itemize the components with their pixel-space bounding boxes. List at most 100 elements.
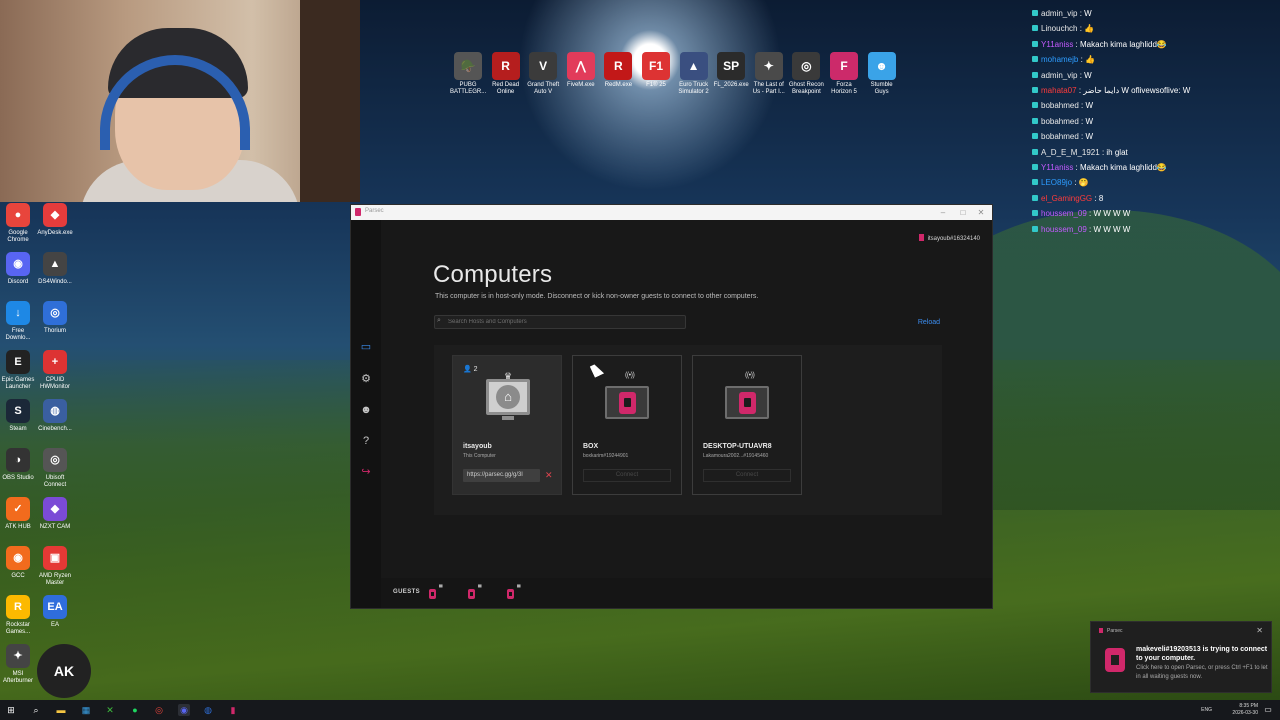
desktop-icon[interactable]: ◎ Ubisoft Connect bbox=[37, 448, 73, 488]
connect-button[interactable]: Connect bbox=[583, 469, 671, 482]
host-card-box[interactable]: ((•)) BOX boxkarim#19244901 Connect bbox=[572, 355, 682, 495]
chat-text: Makach kima laghlidd😂 bbox=[1080, 163, 1167, 173]
friends-icon[interactable]: ☻ bbox=[359, 403, 373, 417]
desktop-icon[interactable]: SP FL_2026.exe bbox=[713, 52, 749, 89]
spotify-icon[interactable]: ● bbox=[129, 704, 141, 716]
notification-center-icon[interactable]: ▭ bbox=[1262, 704, 1274, 716]
app-icon: AK bbox=[37, 644, 91, 698]
chat-username[interactable]: admin_vip bbox=[1041, 71, 1077, 80]
help-icon[interactable]: ? bbox=[359, 434, 373, 448]
desktop-icon[interactable]: ◆ NZXT CAM bbox=[37, 497, 73, 531]
guest-avatar[interactable]: ▀ bbox=[427, 585, 443, 601]
desktop-icon[interactable]: ◉ GCC bbox=[0, 546, 36, 580]
parsec-logo-icon bbox=[507, 589, 514, 599]
chat-username[interactable]: mahata07 bbox=[1041, 86, 1077, 95]
reload-button[interactable]: Reload bbox=[918, 319, 940, 326]
chat-username[interactable]: mohamejb bbox=[1041, 55, 1078, 64]
desktop-icon-label: CPUID HWMonitor bbox=[39, 377, 70, 390]
chat-username[interactable]: admin_vip bbox=[1041, 9, 1077, 18]
desktop-icon[interactable]: EA EA bbox=[37, 595, 73, 629]
app-icon: R bbox=[491, 52, 520, 80]
desktop-icon[interactable]: ● Google Chrome bbox=[0, 203, 36, 243]
discord-icon[interactable]: ◉ bbox=[178, 704, 190, 716]
desktop-icon[interactable]: R Rockstar Games... bbox=[0, 595, 36, 635]
search-input[interactable] bbox=[448, 317, 683, 327]
store-icon[interactable]: ▦ bbox=[80, 704, 92, 716]
chat-username[interactable]: bobahmed bbox=[1041, 132, 1079, 141]
desktop-icon[interactable]: F Forza Horizon 5 bbox=[826, 52, 862, 96]
desktop-icon[interactable]: 🪖 PUBG BATTLEGR... bbox=[450, 52, 486, 96]
desktop-icon[interactable]: R RedM.exe bbox=[600, 52, 636, 89]
desktop-icon[interactable]: ◑ OBS Studio bbox=[0, 448, 36, 482]
stop-sharing-close-icon[interactable]: ✕ bbox=[545, 469, 553, 481]
guest-avatar[interactable]: ▀ bbox=[505, 585, 521, 601]
chrome-icon[interactable]: ◎ bbox=[153, 704, 165, 716]
chat-username[interactable]: Linouchch bbox=[1041, 24, 1077, 33]
logout-icon[interactable]: ↪ bbox=[359, 465, 373, 479]
minimize-button[interactable]: – bbox=[936, 205, 950, 220]
chat-username[interactable]: el_GamingGG bbox=[1041, 194, 1092, 203]
desktop-icon[interactable]: ▣ AMD Ryzen Master bbox=[37, 546, 73, 586]
maximize-button[interactable]: □ bbox=[956, 205, 970, 220]
chat-badge-icon bbox=[1032, 164, 1038, 171]
guest-avatar[interactable]: ▀ bbox=[466, 585, 482, 601]
thorium-icon[interactable]: ◍ bbox=[202, 704, 214, 716]
desktop-icon[interactable]: S Steam bbox=[0, 399, 36, 433]
desktop-icon[interactable]: ↓ Free Downlo... bbox=[0, 301, 36, 341]
desktop-icon[interactable]: ✦ MSI Afterburner bbox=[0, 644, 36, 684]
controller-icon: ▀ bbox=[478, 585, 482, 591]
desktop-icon[interactable]: ◎ Thorium bbox=[37, 301, 73, 335]
user-badge[interactable]: itsayoub#16324140 bbox=[918, 234, 980, 242]
desktop-icon[interactable]: ⋀ FiveM.exe bbox=[563, 52, 599, 89]
titlebar[interactable]: Parsec – □ ✕ bbox=[351, 205, 992, 220]
chat-badge-icon bbox=[1032, 40, 1038, 47]
notification-close-icon[interactable]: ✕ bbox=[1256, 626, 1263, 635]
desktop-icon[interactable]: ◎ Ghost Recon Breakpoint bbox=[788, 52, 824, 96]
connect-button[interactable]: Connect bbox=[703, 469, 791, 482]
desktop-icon[interactable]: ✓ ATK HUB bbox=[0, 497, 36, 531]
close-button[interactable]: ✕ bbox=[974, 205, 988, 220]
search-box[interactable]: ⌕ bbox=[434, 315, 686, 329]
desktop-icon-label: Thorium bbox=[43, 328, 66, 334]
desktop-icon[interactable]: + CPUID HWMonitor bbox=[37, 350, 73, 390]
desktop-icon[interactable]: ☻ Stumble Guys bbox=[864, 52, 900, 96]
desktop-icon[interactable]: AK bbox=[37, 644, 91, 701]
desktop-icon[interactable]: ◉ Discord bbox=[0, 252, 36, 286]
language-indicator[interactable]: ENG bbox=[1201, 707, 1212, 713]
chat-username[interactable]: houssem_09 bbox=[1041, 225, 1087, 234]
desktop-icon[interactable]: ▲ Euro Truck Simulator 2 bbox=[676, 52, 712, 96]
this-computer-card[interactable]: 👤 2 ♛ ⌂ itsayoub This Computer https://p… bbox=[452, 355, 562, 495]
desktop-icon[interactable]: R Red Dead Online bbox=[488, 52, 524, 96]
desktop-icon[interactable]: F1 F1® 25 bbox=[638, 52, 674, 89]
clock[interactable]: 8:35 PM 2026-03-30 bbox=[1232, 703, 1258, 717]
settings-gear-icon[interactable]: ⚙ bbox=[359, 372, 373, 386]
chat-username[interactable]: Y11aniss bbox=[1041, 163, 1073, 172]
desktop-icon[interactable]: ▲ DS4Windo... bbox=[37, 252, 73, 286]
host-card-desktop[interactable]: ((•)) DESKTOP-UTUAVR8 Lakamoura2002...#1… bbox=[692, 355, 802, 495]
file-explorer-icon[interactable]: ▬ bbox=[55, 704, 67, 716]
chat-username[interactable]: Y11aniss bbox=[1041, 40, 1073, 49]
search-icon: ⌕ bbox=[437, 317, 441, 324]
desktop-icon[interactable]: ✦ The Last of Us - Part I... bbox=[751, 52, 787, 96]
chat-username[interactable]: LEO89jo bbox=[1041, 178, 1072, 187]
chat-username[interactable]: A_D_E_M_1921 bbox=[1041, 148, 1100, 157]
search-icon[interactable]: ⌕ bbox=[30, 704, 42, 716]
notification-body: Click here to open Parsec, or press Ctrl… bbox=[1136, 665, 1268, 680]
chat-username[interactable]: houssem_09 bbox=[1041, 209, 1087, 218]
desktop-icon[interactable]: V Grand Theft Auto V bbox=[525, 52, 561, 96]
computers-nav-icon[interactable]: ▭ bbox=[359, 340, 373, 354]
parsec-taskbar-icon[interactable]: ▮ bbox=[227, 704, 239, 716]
xbox-icon[interactable]: ✕ bbox=[104, 704, 116, 716]
notification-toast[interactable]: Parsec ✕ makeveli#19203513 is trying to … bbox=[1090, 621, 1272, 693]
desktop-icon[interactable]: E Epic Games Launcher bbox=[0, 350, 36, 390]
chat-username[interactable]: bobahmed bbox=[1041, 117, 1079, 126]
taskbar: ⊞ ⌕ ▬ ▦ ✕ ● ◎ ◉ ◍ ▮ ENG 8:35 PM 2026-03-… bbox=[0, 700, 1280, 720]
desktop-icon[interactable]: ◍ Cinebench... bbox=[37, 399, 73, 433]
share-link-field[interactable]: https://parsec.gg/g/3l bbox=[463, 469, 540, 482]
chat-text: 👍 bbox=[1084, 24, 1095, 34]
desktop-icon[interactable]: ◆ AnyDesk.exe bbox=[37, 203, 73, 237]
guests-bar: GUESTS ▀ ▀ ▀ bbox=[381, 578, 992, 608]
chat-message: Linouchch : 👍 bbox=[1032, 21, 1280, 36]
start-windows-icon[interactable]: ⊞ bbox=[5, 704, 17, 716]
chat-username[interactable]: bobahmed bbox=[1041, 101, 1079, 110]
